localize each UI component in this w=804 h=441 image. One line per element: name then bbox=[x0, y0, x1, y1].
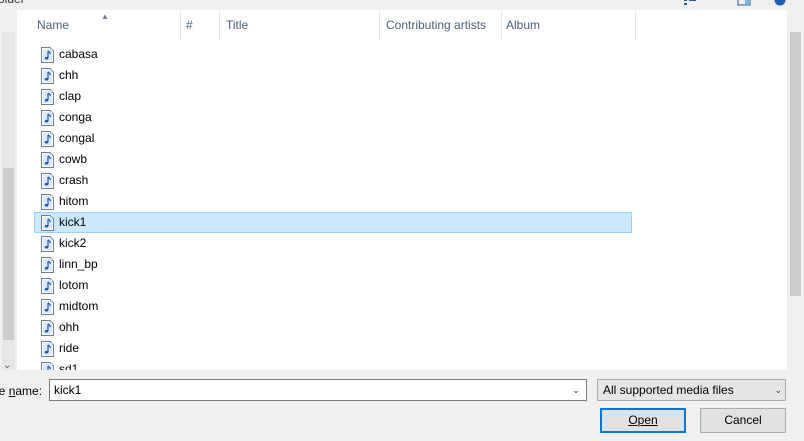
file-row[interactable]: linn_bp bbox=[34, 254, 632, 275]
audio-file-icon bbox=[41, 299, 54, 315]
file-name: kick2 bbox=[59, 236, 87, 250]
file-name: hitom bbox=[59, 194, 89, 208]
file-name: chh bbox=[59, 68, 79, 82]
file-list: ▲ Name # Title Contributing artists Albu… bbox=[17, 10, 787, 370]
chevron-down-icon: ⌄ bbox=[774, 385, 782, 395]
file-type-value: All supported media files bbox=[603, 383, 734, 397]
column-name[interactable]: Name bbox=[32, 10, 180, 40]
audio-file-icon bbox=[41, 47, 54, 63]
file-name: ohh bbox=[59, 320, 80, 334]
audio-file-icon bbox=[41, 89, 54, 105]
file-row[interactable]: conga bbox=[34, 107, 632, 128]
file-name: sd1 bbox=[59, 362, 79, 370]
column-album[interactable]: Album bbox=[501, 10, 635, 40]
file-type-select[interactable]: All supported media files ⌄ bbox=[597, 379, 786, 401]
audio-file-icon bbox=[41, 320, 54, 336]
file-row[interactable]: ride bbox=[34, 338, 632, 359]
file-name: conga bbox=[59, 110, 92, 124]
file-row[interactable]: cowb bbox=[34, 149, 632, 170]
vertical-scrollbar[interactable] bbox=[787, 10, 804, 370]
file-name: linn_bp bbox=[59, 257, 98, 271]
column-track-number[interactable]: # bbox=[181, 10, 219, 40]
file-name-input[interactable]: kick1 ⌄ bbox=[49, 379, 587, 401]
cancel-button[interactable]: Cancel bbox=[700, 408, 786, 433]
toolbar-strip: older bbox=[0, 0, 804, 10]
file-name: cowb bbox=[59, 152, 88, 166]
file-row[interactable]: lotom bbox=[34, 275, 632, 296]
file-name-label: le name: bbox=[0, 384, 43, 398]
audio-file-icon bbox=[41, 278, 54, 294]
help-icon[interactable] bbox=[773, 0, 787, 6]
preview-pane-icon[interactable] bbox=[737, 0, 751, 6]
audio-file-icon bbox=[41, 341, 54, 357]
audio-file-icon bbox=[41, 68, 54, 84]
audio-file-icon bbox=[41, 152, 54, 168]
navigation-pane: ⌄ bbox=[0, 10, 17, 372]
file-row[interactable]: cabasa bbox=[34, 44, 632, 65]
column-title[interactable]: Title bbox=[221, 10, 379, 40]
open-button[interactable]: Open bbox=[600, 408, 686, 433]
file-row[interactable]: congal bbox=[34, 128, 632, 149]
dialog-footer: le name: kick1 ⌄ All supported media fil… bbox=[0, 370, 804, 441]
audio-file-icon bbox=[41, 236, 54, 252]
file-name: midtom bbox=[59, 299, 99, 313]
file-name: cabasa bbox=[59, 47, 98, 61]
audio-file-icon bbox=[41, 362, 54, 370]
file-name-value: kick1 bbox=[54, 383, 82, 397]
file-row[interactable]: crash bbox=[34, 170, 632, 191]
audio-file-icon bbox=[41, 257, 54, 273]
column-header: ▲ Name # Title Contributing artists Albu… bbox=[17, 10, 787, 40]
view-options-icon[interactable] bbox=[683, 0, 697, 6]
file-name: kick1 bbox=[59, 215, 87, 229]
folder-label: older bbox=[0, 0, 25, 6]
file-name: clap bbox=[59, 89, 82, 103]
file-name: ride bbox=[59, 341, 80, 355]
file-row[interactable]: sd1 bbox=[34, 359, 632, 370]
column-separator[interactable] bbox=[635, 12, 636, 40]
file-row[interactable]: midtom bbox=[34, 296, 632, 317]
audio-file-icon bbox=[41, 131, 54, 147]
file-row[interactable]: kick2 bbox=[34, 233, 632, 254]
audio-file-icon bbox=[41, 173, 54, 189]
column-separator[interactable] bbox=[379, 12, 380, 40]
file-row[interactable]: clap bbox=[34, 86, 632, 107]
file-name: lotom bbox=[59, 278, 89, 292]
audio-file-icon bbox=[41, 110, 54, 126]
file-row[interactable]: kick1 bbox=[34, 212, 632, 233]
file-row[interactable]: hitom bbox=[34, 191, 632, 212]
file-name: crash bbox=[59, 173, 89, 187]
nav-scrollbar-thumb[interactable] bbox=[3, 168, 14, 340]
chevron-down-icon[interactable]: ⌄ bbox=[568, 381, 584, 399]
audio-file-icon bbox=[41, 215, 54, 231]
column-separator[interactable] bbox=[219, 12, 220, 40]
file-row[interactable]: ohh bbox=[34, 317, 632, 338]
audio-file-icon bbox=[41, 194, 54, 210]
column-contributing-artists[interactable]: Contributing artists bbox=[381, 10, 501, 40]
file-row[interactable]: chh bbox=[34, 65, 632, 86]
file-name: congal bbox=[59, 131, 95, 145]
scrollbar-thumb[interactable] bbox=[790, 32, 801, 296]
